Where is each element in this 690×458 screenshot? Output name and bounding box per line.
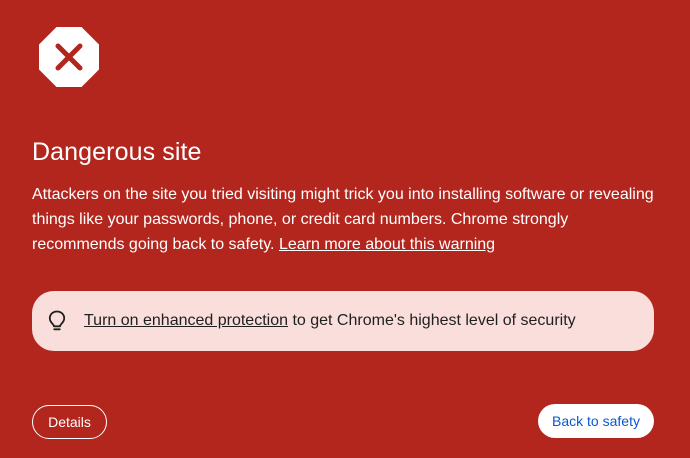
enhanced-protection-link[interactable]: Turn on enhanced protection [84, 312, 288, 329]
danger-octagon-icon [39, 27, 99, 87]
warning-description: Attackers on the site you tried visiting… [32, 182, 658, 257]
enhanced-protection-promo: Turn on enhanced protection to get Chrom… [32, 291, 654, 351]
promo-message: Turn on enhanced protection to get Chrom… [84, 312, 576, 330]
lightbulb-icon [48, 310, 66, 332]
learn-more-link[interactable]: Learn more about this warning [279, 236, 495, 253]
back-to-safety-button[interactable]: Back to safety [538, 404, 654, 438]
details-button[interactable]: Details [32, 405, 107, 439]
page-title: Dangerous site [32, 138, 202, 166]
promo-text: to get Chrome's highest level of securit… [292, 312, 576, 329]
